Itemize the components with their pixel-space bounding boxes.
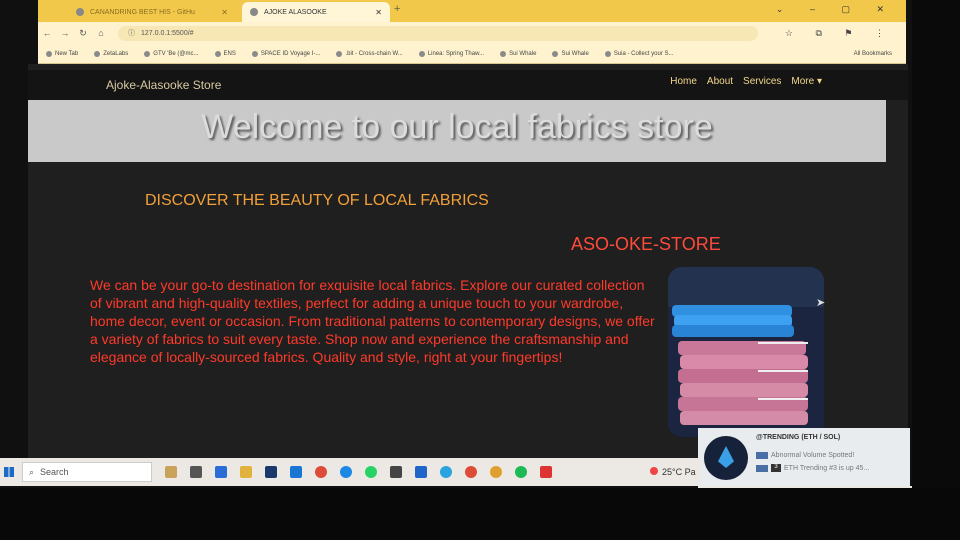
photoshop-icon[interactable] <box>265 466 277 478</box>
close-icon[interactable]: ✕ <box>375 8 382 17</box>
toast-line-2: 3 ETH Trending #3 is up 45... <box>756 464 869 472</box>
web-page: Ajoke-Alasooke Store Home About Services… <box>28 64 908 464</box>
window-controls[interactable]: ⌄ – ▢ ✕ <box>776 4 896 15</box>
bookmark-icon <box>251 50 258 57</box>
toast-line-1: Abnormal Volume Spotted! <box>756 452 854 459</box>
notification-toast[interactable]: @TRENDING (ETH / SOL) Abnormal Volume Sp… <box>698 428 910 488</box>
bookmark-item[interactable]: Linea: Spring Thaw... <box>418 50 484 57</box>
url-text: 127.0.0.1:5500/# <box>141 29 194 37</box>
bookmark-item[interactable]: New Tab <box>46 50 78 57</box>
bookmark-item[interactable]: Suia - Collect your S... <box>604 50 674 57</box>
info-icon: ⓘ <box>128 30 135 37</box>
weather-icon <box>650 467 658 475</box>
forward-icon[interactable]: → <box>56 28 74 38</box>
reload-icon[interactable]: ↻ <box>74 28 92 39</box>
rank-badge: 3 <box>771 464 781 472</box>
store-icon[interactable] <box>290 466 302 478</box>
bookmark-icon <box>552 50 559 57</box>
bookmark-item[interactable]: ZetaLabs <box>94 50 128 57</box>
new-tab-button[interactable]: + <box>394 3 400 15</box>
bookmark-item[interactable]: GTV 'Be (@mc... <box>144 50 199 57</box>
browser-tab-2[interactable]: AJOKE ALASOOKE ✕ <box>242 2 390 22</box>
bookmark-icon <box>214 50 221 57</box>
chrome-icon-3[interactable] <box>490 466 502 478</box>
whatsapp-icon[interactable] <box>365 466 377 478</box>
site-brand[interactable]: Ajoke-Alasooke Store <box>106 78 221 92</box>
nav-links: Home About Services More ▾ <box>660 76 822 87</box>
monitor-bezel <box>912 0 960 540</box>
terminal-icon[interactable] <box>390 466 402 478</box>
edge-icon[interactable] <box>340 466 352 478</box>
vscode-icon[interactable] <box>415 466 427 478</box>
tab-label: CANANDRING BEST HIS - GitHu <box>90 8 195 16</box>
globe-icon <box>250 8 258 16</box>
bookmark-icon <box>604 50 611 57</box>
spotify-icon[interactable] <box>515 466 527 478</box>
tab-label: AJOKE ALASOOKE <box>264 8 327 16</box>
toolbar-icons[interactable]: ☆ ⧉ ⚑ ⋮ <box>785 28 894 39</box>
monitor-bezel-bottom <box>0 488 960 540</box>
nav-home[interactable]: Home <box>670 76 697 87</box>
bookmark-icon <box>94 50 101 57</box>
browser-tab-1[interactable]: CANANDRING BEST HIS - GitHu ✕ <box>68 2 236 22</box>
bookmark-icon <box>144 50 151 57</box>
bookmark-item[interactable]: .bit - Cross-chain W... <box>336 50 403 57</box>
gmail-icon[interactable] <box>540 466 552 478</box>
weather-widget[interactable]: 25°C Pa <box>650 467 696 477</box>
fabric-image <box>668 267 824 437</box>
nav-services[interactable]: Services <box>743 76 781 87</box>
mouse-cursor-icon: ➤ <box>816 297 826 309</box>
store-description: We can be your go-to destination for exq… <box>90 277 655 365</box>
hero-title: Welcome to our local fabrics store <box>201 108 713 146</box>
search-icon: ⌕ <box>29 466 35 477</box>
chrome-icon-2[interactable] <box>465 466 477 478</box>
flag-icon <box>756 452 768 459</box>
widgets-icon[interactable] <box>165 466 177 478</box>
back-icon[interactable]: ← <box>38 28 56 38</box>
toast-heading: @TRENDING (ETH / SOL) <box>756 434 841 441</box>
telegram-icon[interactable] <box>440 466 452 478</box>
bookmark-icon <box>500 50 507 57</box>
taskbar-search[interactable]: ⌕ Search <box>22 462 152 482</box>
fabric-stack-illustration <box>668 267 824 437</box>
home-icon[interactable]: ⌂ <box>92 28 110 38</box>
nav-more-dropdown[interactable]: More ▾ <box>791 76 822 87</box>
chrome-icon[interactable] <box>315 466 327 478</box>
task-view-icon[interactable] <box>190 466 202 478</box>
bookmark-icon <box>46 50 52 57</box>
bookmark-icon <box>418 50 425 57</box>
bookmark-item[interactable]: Sui Whale <box>552 50 589 57</box>
nav-about[interactable]: About <box>707 76 733 87</box>
browser-tabstrip: CANANDRING BEST HIS - GitHu ✕ AJOKE ALAS… <box>38 0 906 22</box>
close-icon[interactable]: ✕ <box>221 8 228 17</box>
screen: CANANDRING BEST HIS - GitHu ✕ AJOKE ALAS… <box>0 0 960 540</box>
bookmark-icon <box>336 50 343 57</box>
bookmark-item[interactable]: Sui Whale <box>500 50 536 57</box>
ethereum-icon <box>704 436 748 480</box>
file-explorer-icon[interactable] <box>240 466 252 478</box>
address-bar[interactable]: ⓘ 127.0.0.1:5500/# <box>118 25 758 41</box>
github-icon <box>76 8 84 16</box>
windows-taskbar: ⌕ Search 25°C Pa <box>0 458 700 486</box>
bookmarks-bar: New Tab ZetaLabs GTV 'Be (@mc... ENS SPA… <box>38 44 906 64</box>
store-name-heading: ASO-OKE-STORE <box>571 234 721 254</box>
site-navbar: Ajoke-Alasooke Store Home About Services… <box>28 70 908 100</box>
windows-start-icon[interactable] <box>4 467 14 477</box>
mail-icon[interactable] <box>215 466 227 478</box>
bookmark-item[interactable]: ENS <box>214 50 236 57</box>
browser-toolbar: ← → ↻ ⌂ ⓘ 127.0.0.1:5500/# ☆ ⧉ ⚑ ⋮ <box>38 22 906 44</box>
hero-banner: Welcome to our local fabrics store <box>28 100 886 162</box>
bookmark-item[interactable]: SPACE ID Voyage I-... <box>251 50 320 57</box>
all-bookmarks[interactable]: All Bookmarks <box>854 51 892 57</box>
flag-icon <box>756 464 768 472</box>
discover-heading: DISCOVER THE BEAUTY OF LOCAL FABRICS <box>145 192 489 209</box>
